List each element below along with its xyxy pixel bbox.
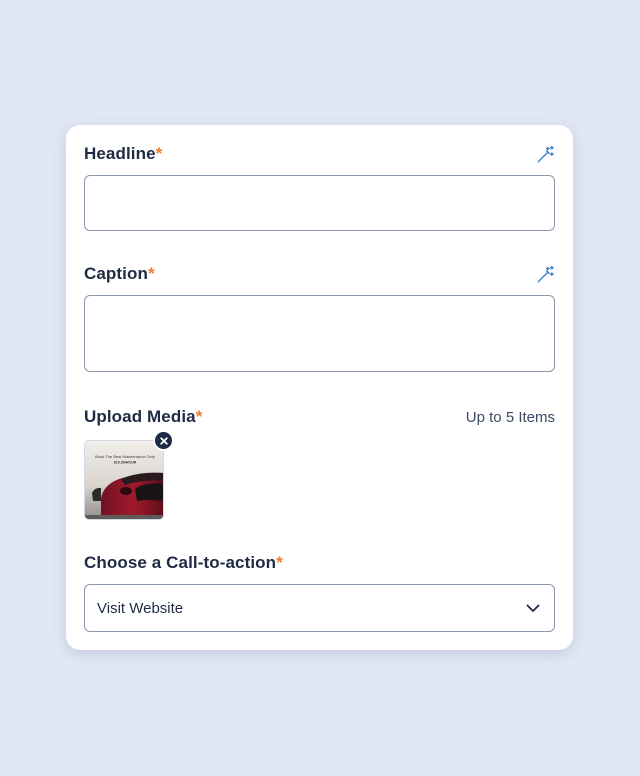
media-item[interactable]: Book The Best Maintenance Only $19.99/HO…: [84, 430, 174, 520]
caption-textarea[interactable]: [84, 295, 555, 372]
required-asterisk: *: [195, 407, 203, 426]
thumb-text-line1: Book The Best Maintenance Only: [95, 454, 155, 459]
upload-media-label-row: Upload Media* Up to 5 Items: [84, 407, 555, 427]
caption-label: Caption*: [84, 264, 155, 284]
upload-media-label-text: Upload Media: [84, 407, 196, 426]
close-icon: [159, 436, 168, 445]
chevron-down-icon: [526, 604, 540, 612]
headline-label: Headline*: [84, 144, 162, 164]
headline-label-row: Headline*: [84, 144, 555, 164]
required-asterisk: *: [147, 264, 155, 283]
cta-label-text: Choose a Call-to-action: [84, 553, 277, 572]
cta-label: Choose a Call-to-action*: [84, 553, 283, 573]
headline-magic-wand-icon[interactable]: [535, 144, 555, 164]
ad-form-card: Headline* Caption* Upload Media* Up to 5…: [66, 125, 573, 650]
caption-magic-wand-icon[interactable]: [535, 264, 555, 284]
upload-limit-text: Up to 5 Items: [465, 408, 555, 426]
headline-input[interactable]: [84, 175, 555, 231]
media-thumbnail[interactable]: Book The Best Maintenance Only $19.99/HO…: [84, 440, 164, 520]
caption-label-text: Caption: [84, 264, 148, 283]
car-ad-image: Book The Best Maintenance Only $19.99/HO…: [85, 441, 163, 519]
upload-media-label: Upload Media*: [84, 407, 202, 427]
thumb-text-line2: $19.99/HOUR: [114, 461, 137, 465]
caption-label-row: Caption*: [84, 264, 555, 284]
cta-label-row: Choose a Call-to-action*: [84, 553, 555, 573]
headline-label-text: Headline: [84, 144, 156, 163]
remove-media-button[interactable]: [153, 430, 174, 451]
cta-selected-value: Visit Website: [97, 599, 184, 617]
cta-select[interactable]: Visit Website: [84, 584, 555, 632]
required-asterisk: *: [155, 144, 163, 163]
required-asterisk: *: [276, 553, 283, 572]
